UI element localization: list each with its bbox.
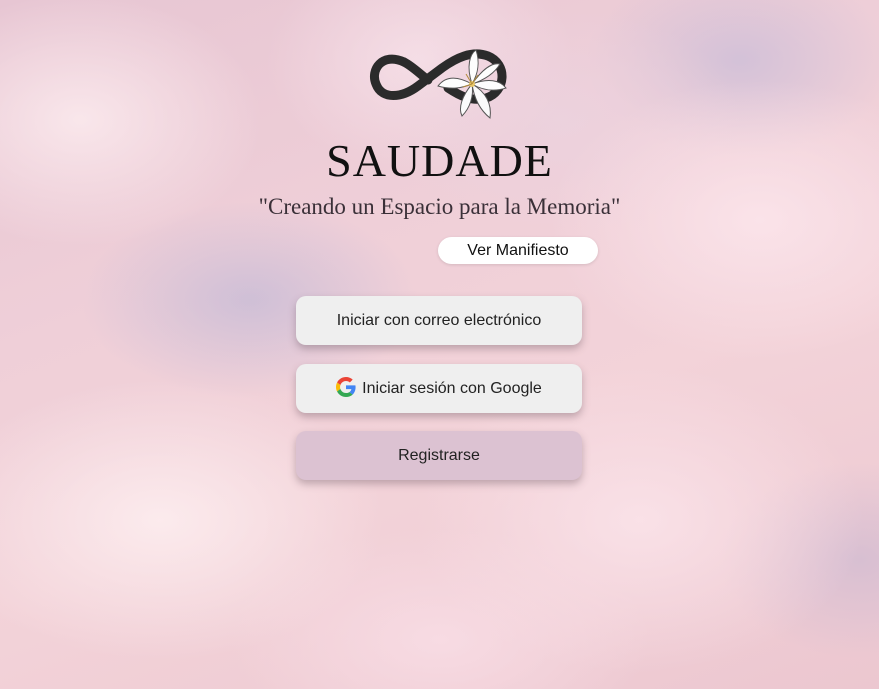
google-login-button[interactable]: Iniciar sesión con Google [296,364,582,413]
google-icon [336,376,356,397]
email-login-label: Iniciar con correo electrónico [336,311,542,329]
app-title: SAUDADE [326,135,553,186]
register-button[interactable]: Registrarse [296,431,582,480]
infinity-lily-logo [370,49,507,119]
app-tagline: "Creando un Espacio para la Memoria" [258,194,621,219]
register-label: Registrarse [398,446,480,464]
view-manifesto-button[interactable]: Ver Manifiesto [438,237,598,264]
google-login-label: Iniciar sesión con Google [362,379,542,397]
email-login-button[interactable]: Iniciar con correo electrónico [296,296,582,345]
